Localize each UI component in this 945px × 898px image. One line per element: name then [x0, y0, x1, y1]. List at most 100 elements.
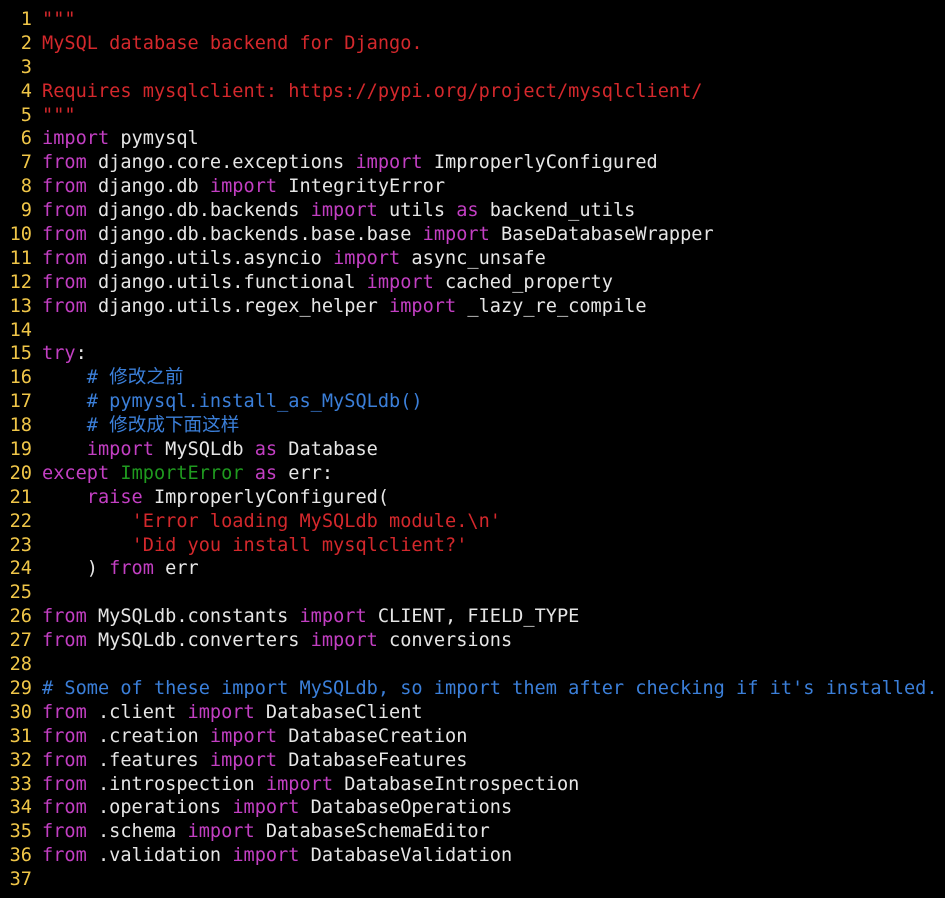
line-code[interactable]: from .features import DatabaseFeatures [42, 749, 945, 773]
line-code[interactable]: # 修改成下面这样 [42, 414, 945, 438]
code-line[interactable]: 22 'Error loading MySQLdb module.\n' [0, 510, 945, 534]
line-code[interactable] [42, 319, 945, 343]
line-code[interactable]: """ [42, 104, 945, 128]
code-token: pymysql [109, 128, 199, 150]
code-line[interactable]: 26 from MySQLdb.constants import CLIENT, … [0, 605, 945, 629]
line-number: 33 [9, 773, 32, 795]
line-code[interactable]: import MySQLdb as Database [42, 438, 945, 462]
line-code[interactable]: ) from err [42, 557, 945, 581]
code-line[interactable]: 29 # Some of these import MySQLdb, so imp… [0, 677, 945, 701]
line-code[interactable]: from .schema import DatabaseSchemaEditor [42, 820, 945, 844]
code-line[interactable]: 1 """ [0, 8, 945, 32]
keyword-token: import [209, 176, 278, 198]
line-code[interactable]: import pymysql [42, 127, 945, 151]
keyword-token: from [42, 606, 87, 628]
line-code[interactable]: from MySQLdb.constants import CLIENT, FI… [42, 605, 945, 629]
line-code[interactable]: from django.utils.functional import cach… [42, 271, 945, 295]
code-line[interactable]: 8 from django.db import IntegrityError [0, 175, 945, 199]
code-line[interactable]: 10 from django.db.backends.base.base impo… [0, 223, 945, 247]
keyword-token: as [254, 462, 278, 484]
code-line[interactable]: 24 ) from err [0, 557, 945, 581]
line-code[interactable]: except ImportError as err: [42, 462, 945, 486]
line-code[interactable]: 'Error loading MySQLdb module.\n' [42, 510, 945, 534]
code-line[interactable]: 2 MySQL database backend for Django. [0, 32, 945, 56]
line-code[interactable]: from django.db import IntegrityError [42, 175, 945, 199]
line-code[interactable] [42, 868, 945, 892]
code-line[interactable]: 31 from .creation import DatabaseCreation [0, 725, 945, 749]
line-number: 31 [9, 725, 32, 747]
code-line[interactable]: 34 from .operations import DatabaseOperat… [0, 796, 945, 820]
keyword-token: from [42, 749, 87, 771]
line-number: 26 [9, 606, 32, 628]
code-line[interactable]: 17 # pymysql.install_as_MySQLdb() [0, 390, 945, 414]
code-line[interactable]: 3 [0, 56, 945, 80]
line-code[interactable]: from .introspection import DatabaseIntro… [42, 773, 945, 797]
code-token: .schema [86, 821, 188, 843]
line-number: 37 [9, 869, 32, 891]
code-line[interactable]: 11 from django.utils.asyncio import async… [0, 247, 945, 271]
code-line[interactable]: 20 except ImportError as err: [0, 462, 945, 486]
code-line[interactable]: 15 try: [0, 342, 945, 366]
code-line[interactable]: 28 [0, 653, 945, 677]
code-line[interactable]: 23 'Did you install mysqlclient?' [0, 534, 945, 558]
code-line[interactable]: 30 from .client import DatabaseClient [0, 701, 945, 725]
line-code[interactable]: # Some of these import MySQLdb, so impor… [42, 677, 945, 701]
code-token: .operations [86, 797, 233, 819]
string-token: Requires mysqlclient: https://pypi.org/p… [42, 80, 703, 102]
line-code[interactable]: from MySQLdb.converters import conversio… [42, 629, 945, 653]
line-code[interactable]: # pymysql.install_as_MySQLdb() [42, 390, 945, 414]
line-code[interactable]: Requires mysqlclient: https://pypi.org/p… [42, 80, 945, 104]
string-token: 'Error loading MySQLdb module.\n' [131, 510, 501, 532]
code-token: CLIENT, FIELD_TYPE [366, 606, 580, 628]
code-line[interactable]: 35 from .schema import DatabaseSchemaEdit… [0, 820, 945, 844]
line-number: 17 [9, 391, 32, 413]
code-line[interactable]: 33 from .introspection import DatabaseInt… [0, 773, 945, 797]
code-token: ) [42, 558, 110, 580]
code-line[interactable]: 12 from django.utils.functional import ca… [0, 271, 945, 295]
keyword-token: from [42, 200, 87, 222]
line-number: 23 [9, 534, 32, 556]
line-code[interactable]: from .client import DatabaseClient [42, 701, 945, 725]
code-editor[interactable]: 1 """ 2 MySQL database backend for Django. 3… [0, 8, 945, 892]
line-code[interactable]: MySQL database backend for Django. [42, 32, 945, 56]
line-code[interactable]: from django.utils.asyncio import async_u… [42, 247, 945, 271]
line-code[interactable]: from .creation import DatabaseCreation [42, 725, 945, 749]
code-line[interactable]: 14 [0, 319, 945, 343]
line-code[interactable]: from django.db.backends import utils as … [42, 199, 945, 223]
line-code[interactable] [42, 581, 945, 605]
line-code[interactable]: 'Did you install mysqlclient?' [42, 534, 945, 558]
code-line[interactable]: 25 [0, 581, 945, 605]
line-code[interactable]: from django.db.backends.base.base import… [42, 223, 945, 247]
code-line[interactable]: 27 from MySQLdb.converters import convers… [0, 629, 945, 653]
code-line[interactable]: 32 from .features import DatabaseFeatures [0, 749, 945, 773]
code-line[interactable]: 13 from django.utils.regex_helper import … [0, 295, 945, 319]
code-line[interactable]: 5 """ [0, 104, 945, 128]
code-line[interactable]: 21 raise ImproperlyConfigured( [0, 486, 945, 510]
line-code[interactable]: from django.core.exceptions import Impro… [42, 151, 945, 175]
code-line[interactable]: 36 from .validation import DatabaseValida… [0, 844, 945, 868]
line-code[interactable]: """ [42, 8, 945, 32]
line-code[interactable]: raise ImproperlyConfigured( [42, 486, 945, 510]
code-line[interactable]: 18 # 修改成下面这样 [0, 414, 945, 438]
keyword-token: import [187, 821, 255, 843]
line-code[interactable] [42, 653, 945, 677]
code-line[interactable]: 9 from django.db.backends import utils as… [0, 199, 945, 223]
line-code[interactable]: from .operations import DatabaseOperatio… [42, 796, 945, 820]
code-token: .client [86, 701, 188, 723]
line-code[interactable]: from .validation import DatabaseValidati… [42, 844, 945, 868]
code-token: utils [377, 200, 457, 222]
code-line[interactable]: 37 [0, 868, 945, 892]
line-code[interactable] [42, 56, 945, 80]
line-code[interactable]: from django.utils.regex_helper import _l… [42, 295, 945, 319]
code-token: django.utils.functional [86, 271, 367, 293]
code-line[interactable]: 6 import pymysql [0, 127, 945, 151]
code-token: err: [277, 462, 334, 484]
code-line[interactable]: 19 import MySQLdb as Database [0, 438, 945, 462]
line-code[interactable]: try: [42, 342, 945, 366]
code-line[interactable]: 4 Requires mysqlclient: https://pypi.org/… [0, 80, 945, 104]
code-line[interactable]: 16 # 修改之前 [0, 366, 945, 390]
line-code[interactable]: # 修改之前 [42, 366, 945, 390]
code-line[interactable]: 7 from django.core.exceptions import Impr… [0, 151, 945, 175]
